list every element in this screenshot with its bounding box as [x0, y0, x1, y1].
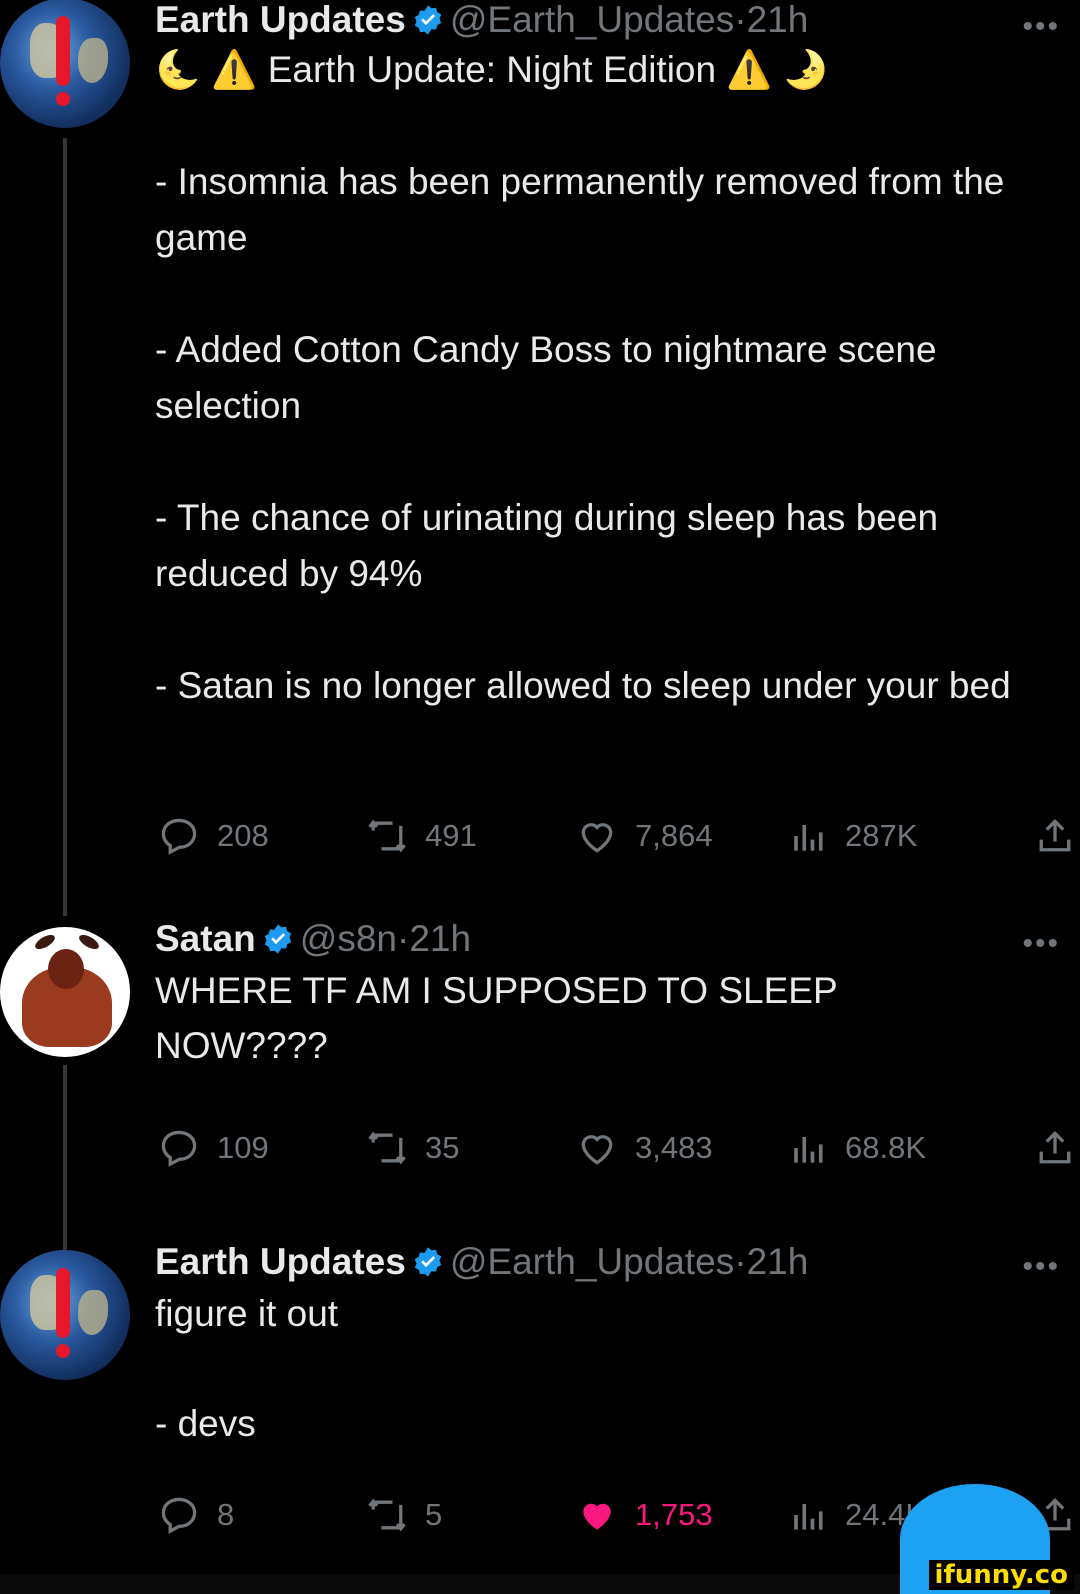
tweet-1: Earth Updates @Earth_Updates·21h 🌜 ⚠️ Ear…: [0, 0, 1080, 916]
more-options-icon[interactable]: •••: [1022, 1250, 1060, 1284]
reply-button[interactable]: 109: [157, 1123, 269, 1173]
like-button[interactable]: 1,753: [575, 1490, 713, 1540]
reply-button[interactable]: 208: [157, 811, 269, 861]
heart-filled-icon: [583, 1503, 611, 1530]
reply-count: 8: [217, 1497, 235, 1532]
display-name[interactable]: Earth Updates: [155, 0, 406, 40]
like-button[interactable]: 3,483: [575, 1123, 713, 1173]
share-button[interactable]: [1033, 1123, 1080, 1173]
retweet-icon: [368, 1498, 406, 1532]
views-count: 68.8K: [845, 1130, 927, 1165]
thread-line: [63, 138, 67, 916]
tweet-2-actions: 109 35 3,483 68.8K: [155, 1123, 1080, 1173]
reply-count: 208: [217, 818, 269, 853]
views-count: 287K: [845, 818, 918, 853]
tweet-header: Earth Updates @Earth_Updates·21h: [155, 0, 1080, 40]
tweet-text: WHERE TF AM I SUPPOSED TO SLEEP NOW????: [155, 970, 848, 1066]
retweet-button[interactable]: 35: [365, 1123, 459, 1173]
like-count: 3,483: [635, 1130, 713, 1165]
views-button[interactable]: 287K: [785, 811, 917, 861]
tweet-header: Satan @s8n·21h: [155, 919, 1080, 959]
handle[interactable]: @Earth_Updates: [450, 1241, 734, 1282]
thread-line: [63, 1065, 67, 1255]
views-button[interactable]: 68.8K: [785, 1123, 926, 1173]
retweet-button[interactable]: 491: [365, 811, 477, 861]
tweet-1-actions: 208 491 7,864 287K: [155, 811, 1080, 861]
tweet-2: Satan @s8n·21h WHERE TF AM I SUPPOSED TO …: [0, 919, 1080, 1255]
handle[interactable]: @Earth_Updates: [450, 0, 734, 40]
retweet-count: 5: [425, 1497, 443, 1532]
watermark-text: ifunny.co: [928, 1560, 1074, 1590]
heart-icon: [581, 1135, 613, 1165]
like-count: 1,753: [635, 1497, 713, 1532]
more-options-icon[interactable]: •••: [1022, 10, 1060, 44]
retweet-count: 491: [425, 818, 477, 853]
display-name[interactable]: Satan: [155, 918, 256, 959]
timestamp[interactable]: 21h: [409, 918, 471, 959]
heart-icon: [581, 823, 613, 853]
share-icon: [1039, 1130, 1071, 1164]
retweet-icon: [368, 819, 406, 853]
reply-icon: [161, 1497, 197, 1534]
share-button[interactable]: [1033, 811, 1080, 861]
views-icon: [794, 1504, 823, 1530]
views-icon: [794, 1137, 823, 1163]
separator: ·: [734, 0, 747, 40]
satan-avatar[interactable]: [0, 927, 130, 1057]
tweet-text: 🌜 ⚠️ Earth Update: Night Edition ⚠️ 🌛 - …: [155, 49, 1011, 706]
ifunny-watermark: ifunny.co: [900, 1484, 1080, 1594]
verified-badge-icon: [414, 1247, 442, 1277]
reply-icon: [161, 1130, 197, 1167]
earth-updates-avatar[interactable]: [0, 1250, 130, 1380]
reply-icon: [161, 818, 197, 855]
retweet-icon: [368, 1131, 406, 1165]
handle[interactable]: @s8n: [300, 918, 397, 959]
like-button[interactable]: 7,864: [575, 811, 713, 861]
reply-button[interactable]: 8: [157, 1490, 234, 1540]
display-name[interactable]: Earth Updates: [155, 1241, 406, 1282]
like-count: 7,864: [635, 818, 713, 853]
views-icon: [794, 825, 823, 851]
tweet-text: figure it out - devs: [155, 1293, 339, 1444]
timestamp[interactable]: 21h: [747, 1241, 809, 1282]
earth-updates-avatar[interactable]: [0, 0, 130, 128]
separator: ·: [734, 1241, 747, 1282]
retweet-button[interactable]: 5: [365, 1490, 442, 1540]
timestamp[interactable]: 21h: [747, 0, 809, 40]
separator: ·: [396, 918, 410, 959]
more-options-icon[interactable]: •••: [1022, 927, 1060, 961]
tweet-header: Earth Updates @Earth_Updates·21h: [155, 1242, 1080, 1282]
verified-badge-icon: [414, 5, 442, 35]
retweet-count: 35: [425, 1130, 460, 1165]
reply-count: 109: [217, 1130, 269, 1165]
share-icon: [1039, 818, 1071, 852]
verified-badge-icon: [264, 924, 291, 954]
